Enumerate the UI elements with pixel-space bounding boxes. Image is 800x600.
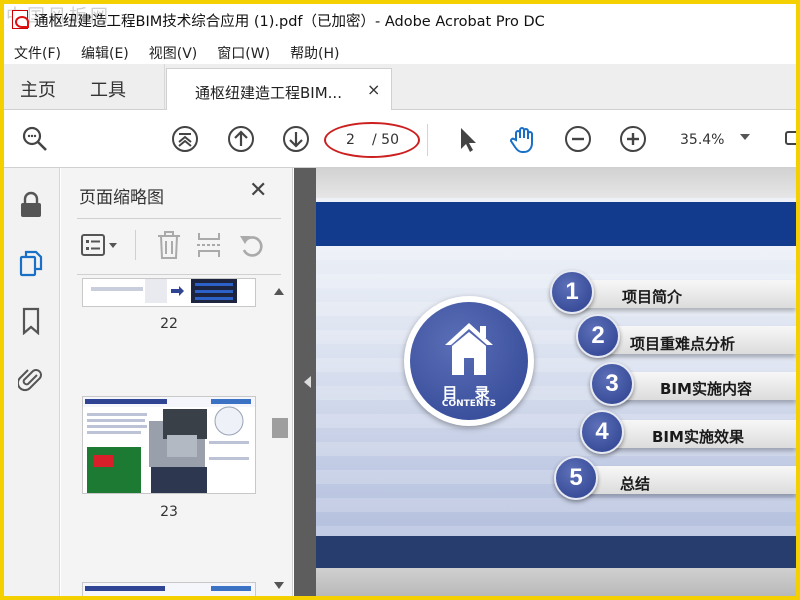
panel-title: 页面缩略图 [79,188,164,208]
thumbnail-page-23[interactable] [82,396,256,494]
trash-icon[interactable] [155,230,183,260]
contents-circle: 目 录 CONTENTS [404,296,534,426]
bookmark-icon[interactable] [16,306,46,336]
panel-divider [77,274,281,275]
tab-bar: 主页 工具 通枢纽建造工程BIM... × [4,64,796,111]
contents-circle-inner: 目 录 CONTENTS [410,302,528,420]
close-panel-button[interactable]: ✕ [249,178,267,203]
zoom-in-icon[interactable] [618,124,648,154]
tab-tools[interactable]: 工具 [90,76,126,102]
collapse-panel-arrow[interactable] [304,376,311,388]
document-view[interactable]: 目 录 CONTENTS 1 项目简介 2 项目重难点分析 3 BIM实施内容 … [294,168,796,596]
number-badge-4: 4 [580,410,624,454]
thumbnail-label-22: 22 [160,316,178,332]
zoom-out-icon[interactable] [563,124,593,154]
acrobat-window: 中国风板网 通枢纽建造工程BIM技术综合应用 (1).pdf（已加密）- Ado… [4,4,796,596]
extract-pages-icon[interactable] [195,230,223,260]
menu-window[interactable]: 窗口(W) [207,40,270,64]
toolbar-separator [135,230,136,260]
pdf-file-icon [12,10,29,29]
page-thumbnails-icon[interactable] [16,248,46,278]
menu-help[interactable]: 帮助(H) [280,40,339,64]
menu-view[interactable]: 视图(V) [139,40,198,64]
home-icon [445,323,493,375]
search-zoom-icon[interactable] [20,124,50,154]
previous-page-icon[interactable] [226,124,256,154]
toolbar-divider [427,124,428,156]
menu-file[interactable]: 文件(F) [4,40,61,64]
lock-icon[interactable] [16,190,46,220]
contents-item-bar-5 [578,466,796,494]
slide-bottom-strip [316,568,796,596]
tab-document[interactable]: 通枢纽建造工程BIM... × [166,68,392,111]
page-thumbnails-panel: 页面缩略图 ✕ 22 23 [61,168,293,596]
number-badge-2: 2 [576,314,620,358]
red-annotation-ellipse [324,122,420,158]
left-nav-rail [4,168,60,596]
scrollbar-thumb[interactable] [272,418,288,438]
slide-blue-band [316,202,796,246]
zoom-level-select[interactable]: 35.4% [680,132,724,148]
contents-item-4: BIM实施效果 [652,428,744,446]
tab-close-button[interactable]: × [367,80,380,99]
rotate-icon[interactable] [237,230,267,260]
contents-item-1: 项目简介 [622,288,683,306]
slide-top-strip [316,168,796,198]
select-cursor-icon[interactable] [452,124,482,154]
contents-subtitle: CONTENTS [441,399,497,409]
thumbnail-label-23: 23 [160,504,178,520]
slide-bottom-band [316,536,796,568]
contents-item-5: 总结 [620,475,651,493]
contents-item-2: 项目重难点分析 [630,335,736,353]
tab-home[interactable]: 主页 [20,76,56,102]
scroll-up-arrow[interactable] [274,288,284,295]
chevron-down-icon[interactable] [740,134,750,140]
menu-edit[interactable]: 编辑(E) [71,40,129,64]
first-page-icon[interactable] [170,124,200,154]
attachment-icon[interactable] [16,364,46,394]
contents-item-bar-1 [574,280,796,308]
title-bar: 中国风板网 通枢纽建造工程BIM技术综合应用 (1).pdf（已加密）- Ado… [4,4,796,36]
thumbnail-page-22[interactable] [82,278,256,307]
contents-item-3: BIM实施内容 [660,380,752,398]
next-page-icon[interactable] [281,124,311,154]
menu-bar: 文件(F) 编辑(E) 视图(V) 窗口(W) 帮助(H) [4,40,796,64]
panel-divider [77,218,281,219]
thumbnail-scrollbar[interactable] [270,280,290,596]
window-title: 通枢纽建造工程BIM技术综合应用 (1).pdf（已加密）- Adobe Acr… [34,14,545,30]
tab-document-label: 通枢纽建造工程BIM... [195,84,342,102]
thumbnail-page-24[interactable] [82,582,256,596]
more-tools-icon[interactable] [780,124,796,154]
number-badge-1: 1 [550,270,594,314]
hand-tool-icon[interactable] [508,124,538,154]
options-menu-button[interactable] [81,234,121,256]
main-toolbar: 2 / 50 35.4% [4,110,796,168]
number-badge-5: 5 [554,456,598,500]
scroll-down-arrow[interactable] [274,582,284,589]
tab-divider [164,64,165,110]
slide-page: 目 录 CONTENTS 1 项目简介 2 项目重难点分析 3 BIM实施内容 … [316,168,796,596]
number-badge-3: 3 [590,362,634,406]
